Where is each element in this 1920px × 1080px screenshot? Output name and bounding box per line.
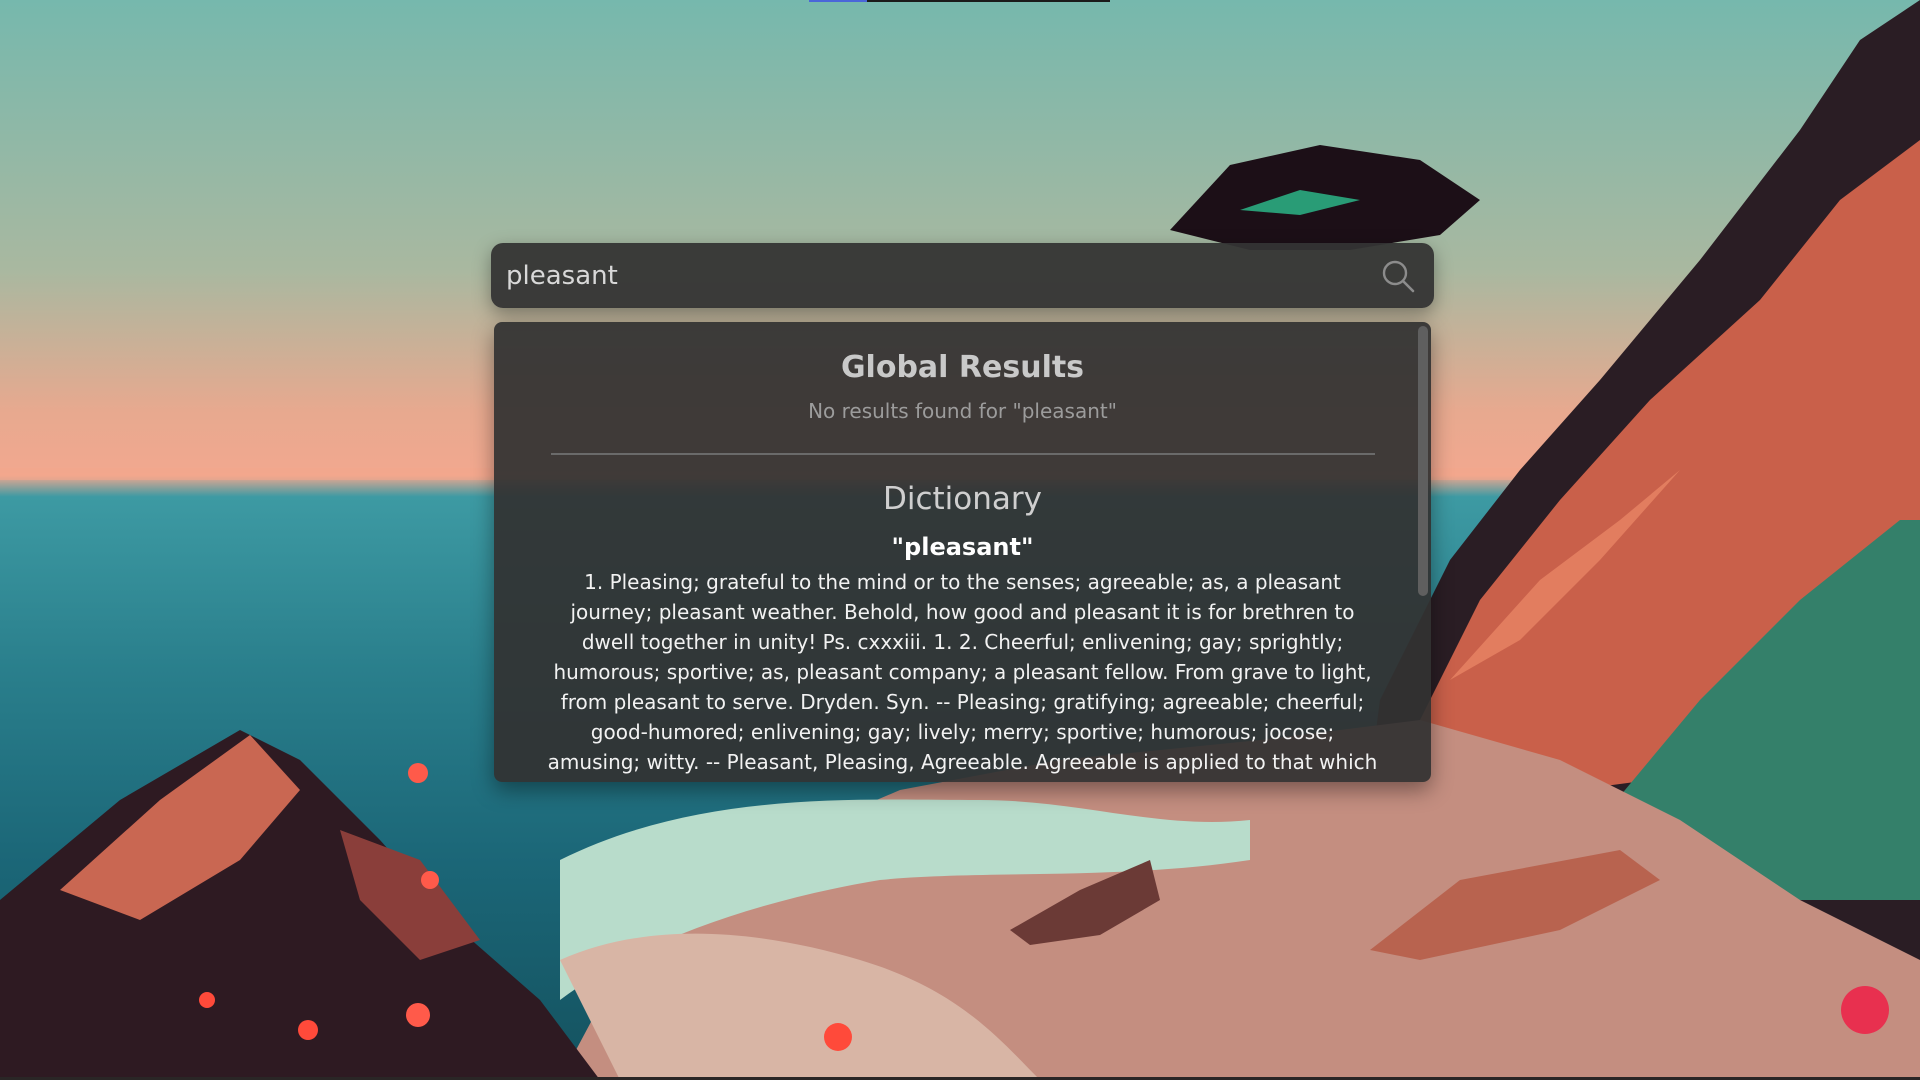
dictionary-section: Dictionary "pleasant" 1. Pleasing; grate…	[494, 481, 1431, 782]
results-scroll-area[interactable]: Global Results No results found for "ple…	[494, 322, 1431, 782]
dictionary-term: "pleasant"	[891, 533, 1034, 561]
results-scrollbar-thumb[interactable]	[1418, 326, 1428, 596]
search-input[interactable]	[491, 243, 1362, 308]
section-divider	[550, 453, 1375, 455]
dictionary-title: Dictionary	[883, 481, 1042, 517]
top-progress-strip	[809, 0, 1110, 2]
search-icon	[1382, 260, 1415, 292]
global-results-title: Global Results	[840, 350, 1085, 385]
dictionary-definition: 1. Pleasing; grateful to the mind or to …	[547, 570, 1378, 782]
search-bar	[491, 243, 1434, 308]
top-progress-accent	[809, 0, 867, 2]
no-results-message: No results found for "pleasant"	[808, 399, 1117, 423]
results-scrollbar[interactable]	[1418, 326, 1428, 778]
results-panel: Global Results No results found for "ple…	[494, 322, 1431, 782]
global-results-section: Global Results No results found for "ple…	[494, 322, 1431, 423]
search-button[interactable]	[1362, 243, 1434, 308]
desktop: Global Results No results found for "ple…	[0, 0, 1920, 1080]
